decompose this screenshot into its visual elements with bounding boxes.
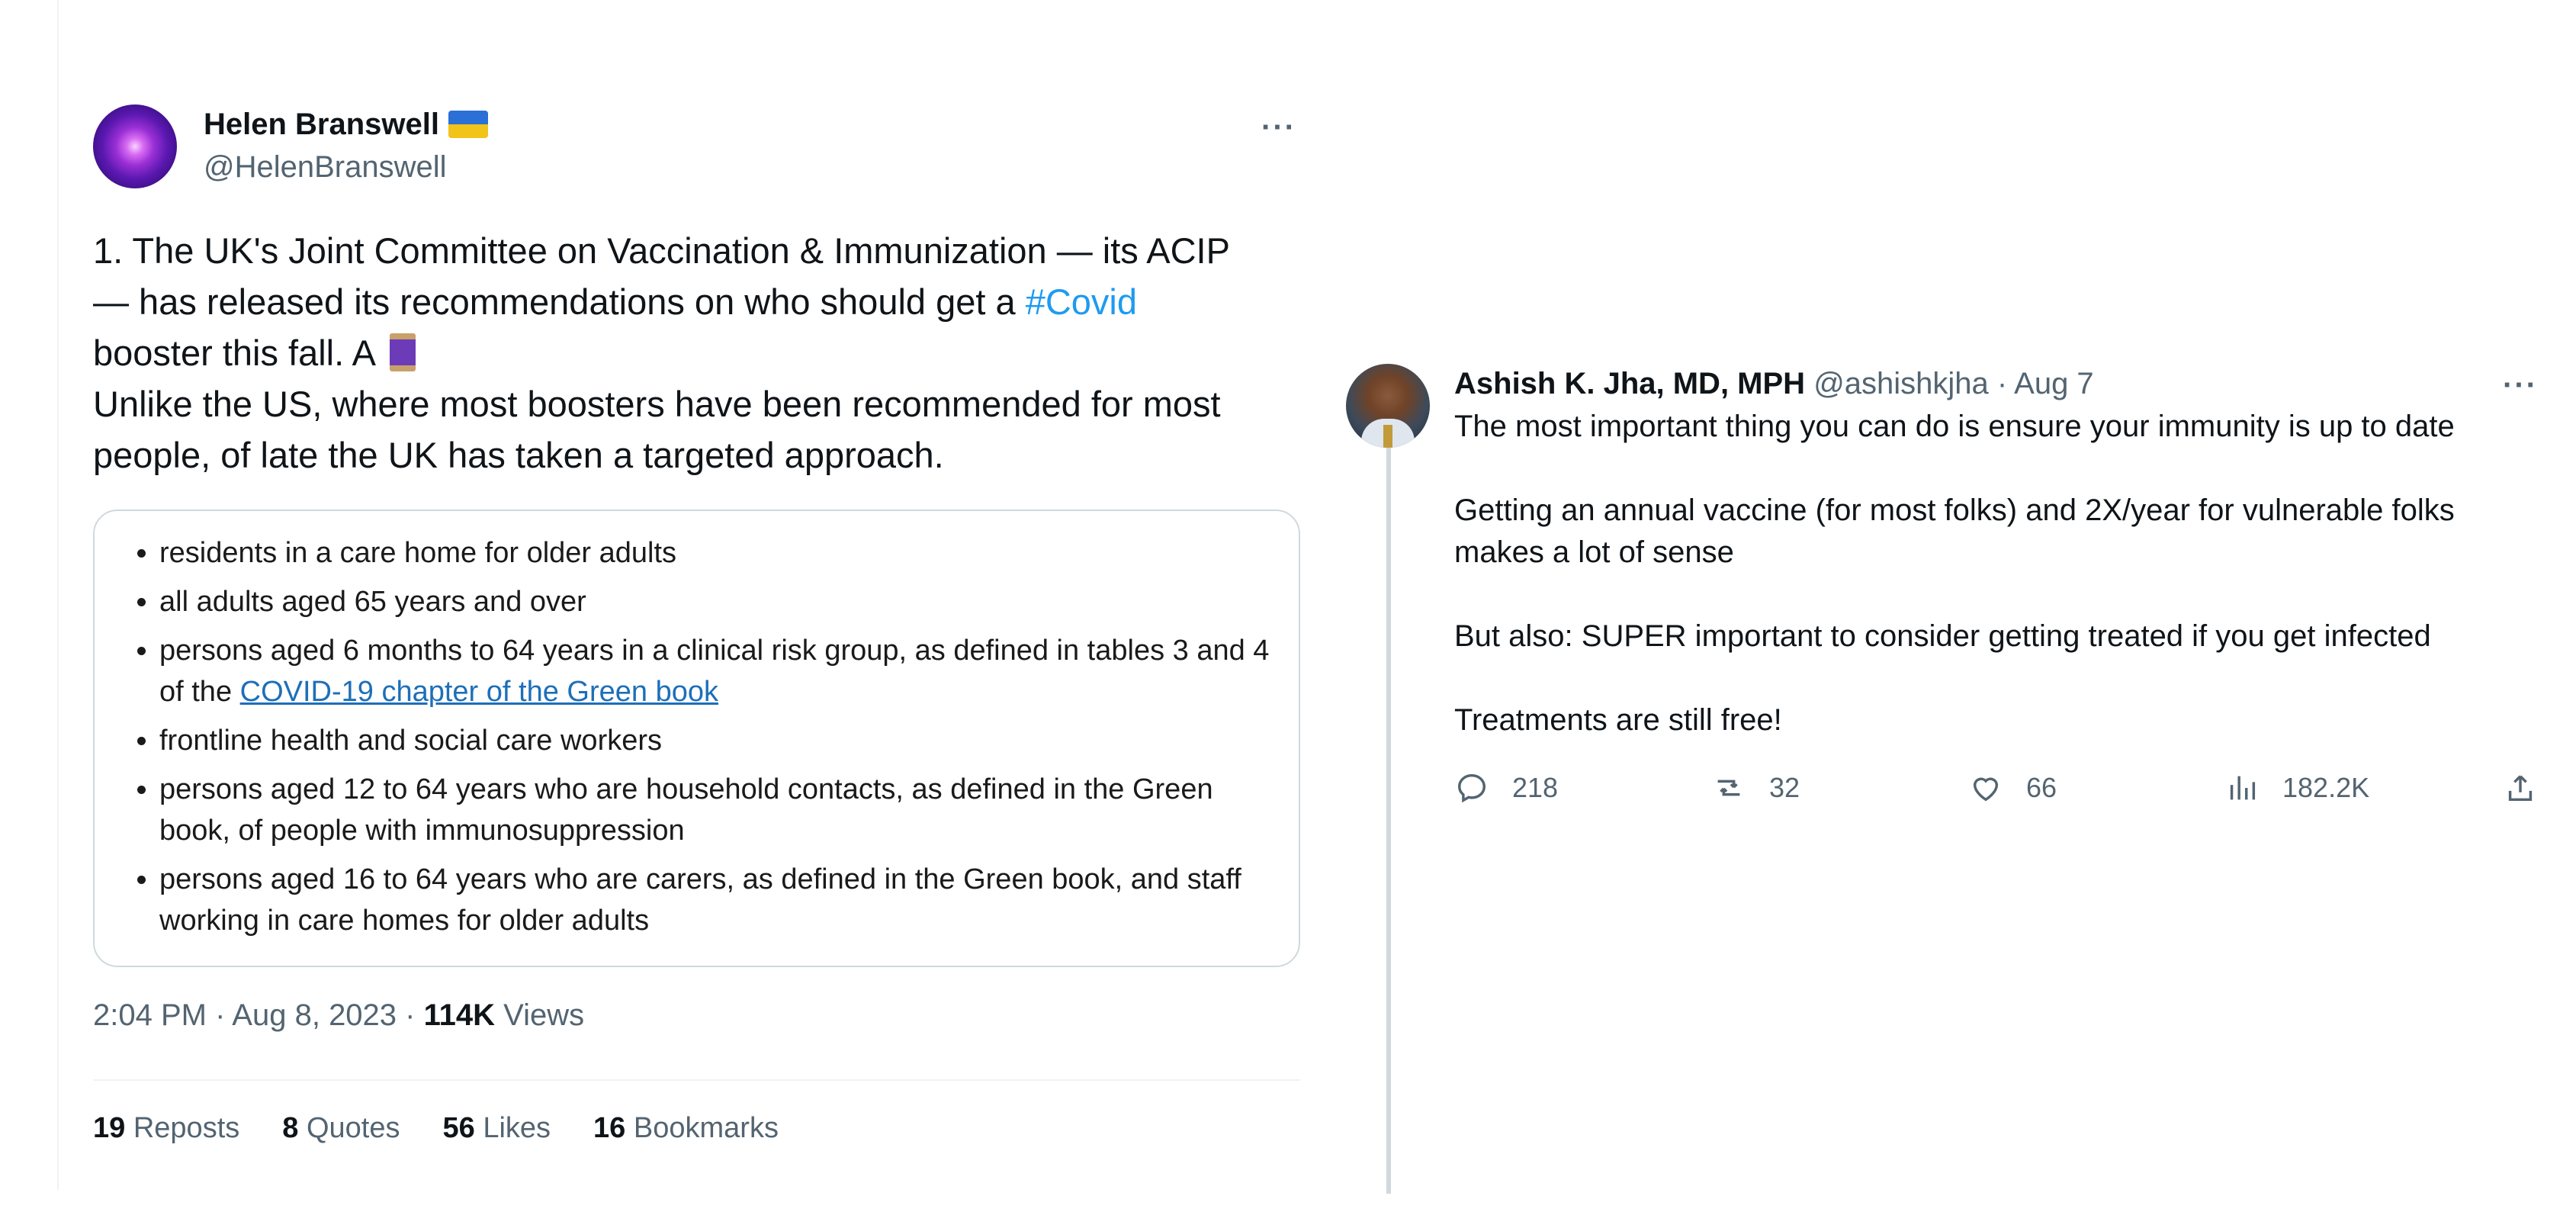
display-name-text[interactable]: Helen Branswell (204, 103, 439, 146)
avatar[interactable] (1346, 364, 1430, 448)
handle-date[interactable]: @ashishkjha · Aug 7 (1813, 367, 2093, 400)
timestamp-views: 2:04 PM · Aug 8, 2023 · 114K Views (93, 994, 584, 1037)
display-name[interactable]: Ashish K. Jha, MD, MPH (1454, 367, 1805, 400)
quotes-label: Quotes (306, 1112, 400, 1144)
tweet-paragraph: Getting an annual vaccine (for most folk… (1454, 493, 2455, 569)
green-book-link[interactable]: COVID-19 chapter of the Green book (240, 676, 718, 708)
left-pane: Helen Branswell @HelenBranswell ··· 1. T… (57, 0, 1309, 1190)
recommendation-list: residents in a care home for older adult… (95, 511, 1299, 941)
tweet-text: The most important thing you can do is e… (1454, 406, 2545, 783)
quotes-count: 8 (282, 1112, 299, 1144)
list-item: residents in a care home for older adult… (159, 532, 1276, 574)
likes-label: Likes (483, 1112, 551, 1144)
tweet-ashish-jha[interactable]: Ashish K. Jha, MD, MPH @ashishkjha · Aug… (1346, 347, 2538, 1194)
reposts-label: Reposts (133, 1112, 240, 1144)
share-button[interactable] (2503, 770, 2561, 805)
tweet-text-segment: — has released its recommendations on wh… (93, 281, 1026, 322)
bookmarks-label: Bookmarks (633, 1112, 779, 1144)
quotes-stat[interactable]: 8 Quotes (282, 1107, 400, 1149)
repost-icon (1717, 780, 1740, 796)
hashtag-link[interactable]: #Covid (1026, 281, 1137, 322)
like-count: 66 (2026, 772, 2057, 803)
views-button[interactable]: 182.2K (2224, 770, 2369, 805)
avatar-tie (1383, 425, 1392, 448)
views-label: Views (495, 998, 585, 1032)
list-item: frontline health and social care workers (159, 720, 1276, 761)
heart-icon (1973, 777, 1999, 802)
tweet-text-line: 1. The UK's Joint Committee on Vaccinati… (93, 230, 1230, 271)
reposts-count: 19 (93, 1112, 126, 1144)
analytics-icon (2230, 776, 2256, 800)
thread-connector-line (1386, 446, 1391, 1194)
tweet-text-line: booster this fall. A (93, 327, 1313, 378)
ukraine-flag-icon (448, 111, 489, 138)
tweet-text-line: people, of late the UK has taken a targe… (93, 435, 944, 475)
reposts-stat[interactable]: 19 Reposts (93, 1107, 239, 1149)
list-item: persons aged 12 to 64 years who are hous… (159, 769, 1276, 851)
bookmarks-count: 16 (593, 1112, 626, 1144)
divider (93, 1079, 1300, 1081)
likes-count: 56 (442, 1112, 475, 1144)
repost-button[interactable]: 32 (1711, 770, 1800, 805)
bookmarks-stat[interactable]: 16 Bookmarks (593, 1107, 779, 1149)
tweet-paragraph: But also: SUPER important to consider ge… (1454, 619, 2431, 653)
handle[interactable]: @HelenBranswell (204, 146, 488, 188)
tweet-paragraph: Treatments are still free! (1454, 703, 1782, 737)
attached-image-card[interactable]: residents in a care home for older adult… (93, 510, 1300, 967)
list-item: all adults aged 65 years and over (159, 581, 1276, 622)
tweet-text-line: — has released its recommendations on wh… (93, 276, 1313, 327)
list-item: persons aged 6 months to 64 years in a c… (159, 630, 1276, 712)
tweet-text: 1. The UK's Joint Committee on Vaccinati… (93, 225, 1313, 481)
timestamp[interactable]: 2:04 PM · Aug 8, 2023 · (93, 998, 424, 1032)
display-name[interactable]: Helen Branswell (204, 103, 489, 146)
action-bar: 218 32 66 182.2K (1454, 770, 2536, 816)
avatar[interactable] (93, 104, 177, 188)
more-options-icon[interactable]: ··· (2503, 368, 2538, 403)
tweet-paragraph: The most important thing you can do is e… (1454, 410, 2455, 443)
tweet-text-segment: booster this fall. A (93, 333, 384, 373)
reply-button[interactable]: 218 (1454, 770, 1558, 805)
engagement-stats: 19 Reposts 8 Quotes 56 Likes 16 Bookmark… (93, 1107, 779, 1149)
likes-stat[interactable]: 56 Likes (442, 1107, 551, 1149)
repost-count: 32 (1769, 772, 1800, 803)
tweet-text-line: Unlike the US, where most boosters have … (93, 384, 1221, 424)
more-options-icon[interactable]: ··· (1261, 111, 1296, 145)
reply-icon (1457, 773, 1486, 803)
author-line: Ashish K. Jha, MD, MPH @ashishkjha · Aug… (1454, 362, 2094, 405)
author-block: Helen Branswell @HelenBranswell (204, 103, 489, 188)
like-button[interactable]: 66 (1968, 770, 2057, 805)
list-item: persons aged 16 to 64 years who are care… (159, 859, 1276, 941)
share-icon (2508, 775, 2533, 802)
reply-count: 218 (1512, 772, 1559, 803)
views-count: 114K (423, 998, 496, 1032)
views-count: 182.2K (2282, 772, 2370, 803)
thread-spool-icon (390, 333, 416, 371)
